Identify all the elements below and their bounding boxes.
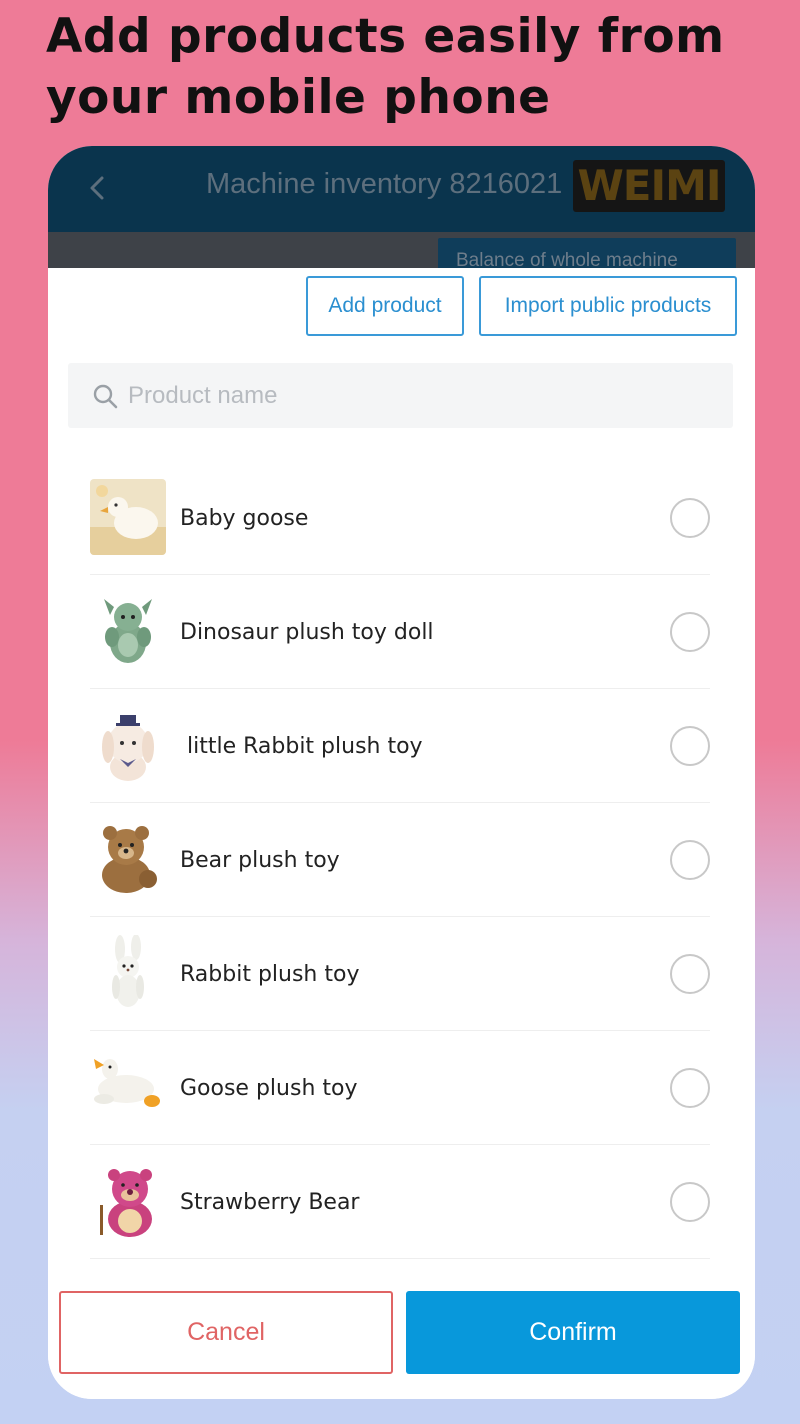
- weimi-logo: WEIMI: [573, 160, 725, 212]
- product-name: little Rabbit plush toy: [180, 733, 423, 759]
- list-item[interactable]: Bear plush toy: [90, 803, 710, 917]
- goose-toy-image: [90, 1049, 166, 1125]
- baby-goose-image: [90, 479, 166, 555]
- product-name: Strawberry Bear: [180, 1189, 360, 1215]
- product-name: Goose plush toy: [180, 1075, 358, 1101]
- phone-frame: Machine inventory 8216021 WEIMI Balance …: [48, 146, 755, 1399]
- navbar: Machine inventory 8216021 WEIMI: [48, 146, 755, 232]
- little-rabbit-toy-image: [90, 707, 166, 783]
- back-arrow-icon[interactable]: [84, 174, 112, 202]
- headline: Add products easily from your mobile pho…: [46, 9, 725, 125]
- list-item[interactable]: little Rabbit plush toy: [90, 689, 710, 803]
- list-item[interactable]: Rabbit plush toy: [90, 917, 710, 1031]
- import-public-products-button[interactable]: Import public products: [479, 276, 737, 336]
- search-input[interactable]: [128, 363, 708, 428]
- product-list: Baby goose Dinosaur plush toy doll littl…: [90, 461, 710, 1259]
- cancel-button[interactable]: Cancel: [59, 1291, 393, 1374]
- product-picker-sheet: Add product Import public products Produ…: [48, 268, 755, 1399]
- select-radio[interactable]: [670, 1182, 710, 1222]
- list-item[interactable]: Strawberry Bear: [90, 1145, 710, 1259]
- select-radio[interactable]: [670, 612, 710, 652]
- add-product-button[interactable]: Add product: [306, 276, 464, 336]
- strawberry-bear-image: [90, 1163, 166, 1239]
- select-radio[interactable]: [670, 840, 710, 880]
- overlay-bar: Balance of whole machine: [48, 232, 755, 274]
- rabbit-toy-image: [90, 935, 166, 1011]
- product-name: Rabbit plush toy: [180, 961, 360, 987]
- product-name: Bear plush toy: [180, 847, 340, 873]
- page-title: Machine inventory 8216021: [206, 168, 563, 200]
- bear-toy-image: [90, 821, 166, 897]
- search-icon: [93, 384, 118, 409]
- list-item[interactable]: Dinosaur plush toy doll: [90, 575, 710, 689]
- search-bar: [68, 363, 733, 428]
- product-name: Dinosaur plush toy doll: [180, 619, 434, 645]
- select-radio[interactable]: [670, 498, 710, 538]
- dinosaur-toy-image: [90, 593, 166, 669]
- select-radio[interactable]: [670, 726, 710, 766]
- list-item[interactable]: Goose plush toy: [90, 1031, 710, 1145]
- confirm-button[interactable]: Confirm: [406, 1291, 740, 1374]
- product-name: Baby goose: [180, 505, 309, 531]
- select-radio[interactable]: [670, 1068, 710, 1108]
- select-radio[interactable]: [670, 954, 710, 994]
- list-item[interactable]: Baby goose: [90, 461, 710, 575]
